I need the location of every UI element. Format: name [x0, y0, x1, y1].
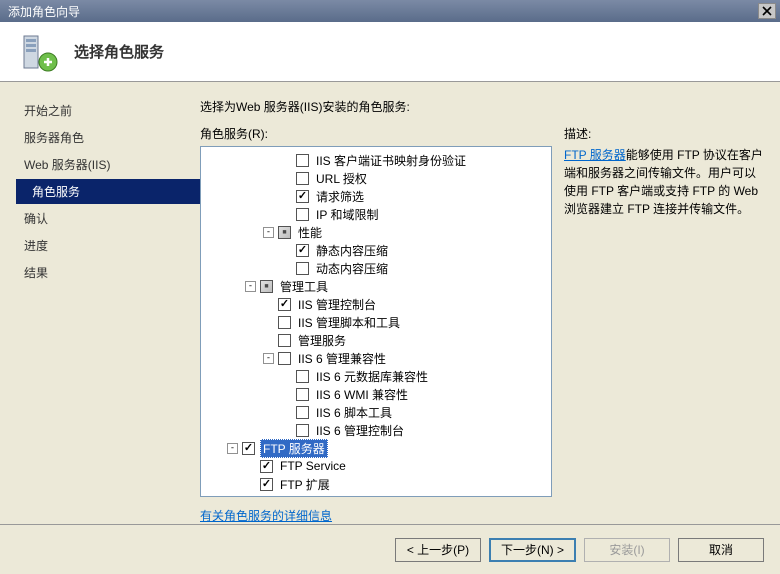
tree-checkbox[interactable] [296, 388, 309, 401]
tree-node-label: 管理服务 [296, 332, 348, 349]
tree-node[interactable]: IIS 6 WMI 兼容性 [201, 385, 551, 403]
tree-node-label: 请求筛选 [314, 188, 366, 205]
close-icon [762, 6, 772, 16]
next-button[interactable]: 下一步(N) > [489, 538, 576, 562]
tree-toggle[interactable]: - [245, 281, 256, 292]
nav-item[interactable]: 确认 [16, 206, 200, 231]
tree-node[interactable]: FTP 扩展 [201, 475, 551, 493]
tree-node-label: IIS 6 WMI 兼容性 [314, 386, 410, 403]
tree-checkbox[interactable] [260, 478, 273, 491]
tree-node-label: FTP 扩展 [278, 476, 332, 493]
tree-checkbox[interactable] [296, 172, 309, 185]
tree-node[interactable]: IIS 客户端证书映射身份验证 [201, 151, 551, 169]
tree-checkbox[interactable] [260, 280, 273, 293]
tree-node[interactable]: - IIS 6 管理兼容性 [201, 349, 551, 367]
tree-label: 角色服务(R): [200, 125, 552, 142]
button-bar: < 上一步(P) 下一步(N) > 安装(I) 取消 [0, 524, 780, 574]
tree-checkbox[interactable] [278, 298, 291, 311]
nav-item[interactable]: 角色服务 [16, 179, 200, 204]
window-title: 添加角色向导 [4, 3, 758, 20]
tree-node[interactable]: 管理服务 [201, 331, 551, 349]
tree-node[interactable]: IIS 6 元数据库兼容性 [201, 367, 551, 385]
cancel-button[interactable]: 取消 [678, 538, 764, 562]
tree-node[interactable]: - FTP 服务器 [201, 439, 551, 457]
server-role-icon [18, 32, 58, 72]
description-heading: 描述: [564, 125, 764, 142]
tree-toggle[interactable]: - [263, 353, 274, 364]
tree-node-label: IIS 6 管理兼容性 [296, 350, 388, 367]
tree-checkbox[interactable] [296, 424, 309, 437]
tree-checkbox[interactable] [278, 316, 291, 329]
nav-item[interactable]: Web 服务器(IIS) [16, 152, 200, 177]
tree-node-label: FTP Service [278, 459, 348, 473]
nav-item[interactable]: 开始之前 [16, 98, 200, 123]
page-title: 选择角色服务 [74, 41, 164, 62]
tree-checkbox[interactable] [278, 352, 291, 365]
tree-checkbox[interactable] [260, 460, 273, 473]
tree-node[interactable]: IIS 管理控制台 [201, 295, 551, 313]
tree-node-label: FTP 服务器 [260, 439, 328, 458]
description-pane: 描述: FTP 服务器能够使用 FTP 协议在客户端和服务器之间传输文件。用户可… [564, 125, 764, 524]
tree-node[interactable]: IIS 6 管理控制台 [201, 421, 551, 439]
description-link[interactable]: FTP 服务器 [564, 148, 626, 162]
wizard-header: 选择角色服务 [0, 22, 780, 82]
tree-checkbox[interactable] [242, 496, 255, 498]
tree-node-label: 动态内容压缩 [314, 260, 390, 277]
prev-button[interactable]: < 上一步(P) [395, 538, 481, 562]
nav-item[interactable]: 服务器角色 [16, 125, 200, 150]
tree-node-label: IIS 可承载 Web 核心 [260, 494, 373, 498]
details-link[interactable]: 有关角色服务的详细信息 [200, 509, 332, 523]
role-services-tree[interactable]: IIS 客户端证书映射身份验证URL 授权请求筛选IP 和域限制 - 性能静态内容压… [200, 146, 552, 497]
tree-checkbox[interactable] [296, 262, 309, 275]
tree-node-label: IIS 客户端证书映射身份验证 [314, 152, 468, 169]
tree-checkbox[interactable] [296, 208, 309, 221]
tree-node[interactable]: - 性能 [201, 223, 551, 241]
tree-toggle[interactable]: - [227, 443, 238, 454]
tree-node-label: IIS 管理脚本和工具 [296, 314, 402, 331]
tree-node-label: URL 授权 [314, 170, 369, 187]
wizard-nav: 开始之前服务器角色Web 服务器(IIS)角色服务确认进度结果 [0, 82, 200, 524]
nav-item[interactable]: 进度 [16, 233, 200, 258]
title-bar: 添加角色向导 [0, 0, 780, 22]
tree-node[interactable]: FTP Service [201, 457, 551, 475]
tree-node-label: IIS 6 脚本工具 [314, 404, 394, 421]
tree-node-label: 静态内容压缩 [314, 242, 390, 259]
tree-node[interactable]: IIS 管理脚本和工具 [201, 313, 551, 331]
description-body: FTP 服务器能够使用 FTP 协议在客户端和服务器之间传输文件。用户可以使用 … [564, 146, 764, 218]
tree-toggle[interactable]: - [263, 227, 274, 238]
close-button[interactable] [758, 3, 776, 19]
tree-node[interactable]: 动态内容压缩 [201, 259, 551, 277]
tree-node-label: IIS 管理控制台 [296, 296, 378, 313]
nav-item[interactable]: 结果 [16, 260, 200, 285]
install-button[interactable]: 安装(I) [584, 538, 670, 562]
tree-node-label: 性能 [296, 224, 324, 241]
tree-node[interactable]: 静态内容压缩 [201, 241, 551, 259]
content-area: 选择为Web 服务器(IIS)安装的角色服务: 角色服务(R): IIS 客户端… [200, 82, 780, 524]
tree-node-label: 管理工具 [278, 278, 330, 295]
instruction-text: 选择为Web 服务器(IIS)安装的角色服务: [200, 98, 764, 115]
tree-node[interactable]: IIS 可承载 Web 核心 [201, 493, 551, 497]
tree-node[interactable]: IP 和域限制 [201, 205, 551, 223]
tree-checkbox[interactable] [278, 334, 291, 347]
tree-checkbox[interactable] [296, 406, 309, 419]
tree-checkbox[interactable] [296, 154, 309, 167]
tree-node[interactable]: - 管理工具 [201, 277, 551, 295]
tree-node[interactable]: URL 授权 [201, 169, 551, 187]
tree-node-label: IIS 6 管理控制台 [314, 422, 406, 439]
tree-node-label: IP 和域限制 [314, 206, 380, 223]
tree-checkbox[interactable] [296, 370, 309, 383]
tree-checkbox[interactable] [278, 226, 291, 239]
tree-checkbox[interactable] [296, 190, 309, 203]
tree-checkbox[interactable] [242, 442, 255, 455]
tree-node-label: IIS 6 元数据库兼容性 [314, 368, 430, 385]
tree-checkbox[interactable] [296, 244, 309, 257]
tree-node[interactable]: 请求筛选 [201, 187, 551, 205]
tree-node[interactable]: IIS 6 脚本工具 [201, 403, 551, 421]
